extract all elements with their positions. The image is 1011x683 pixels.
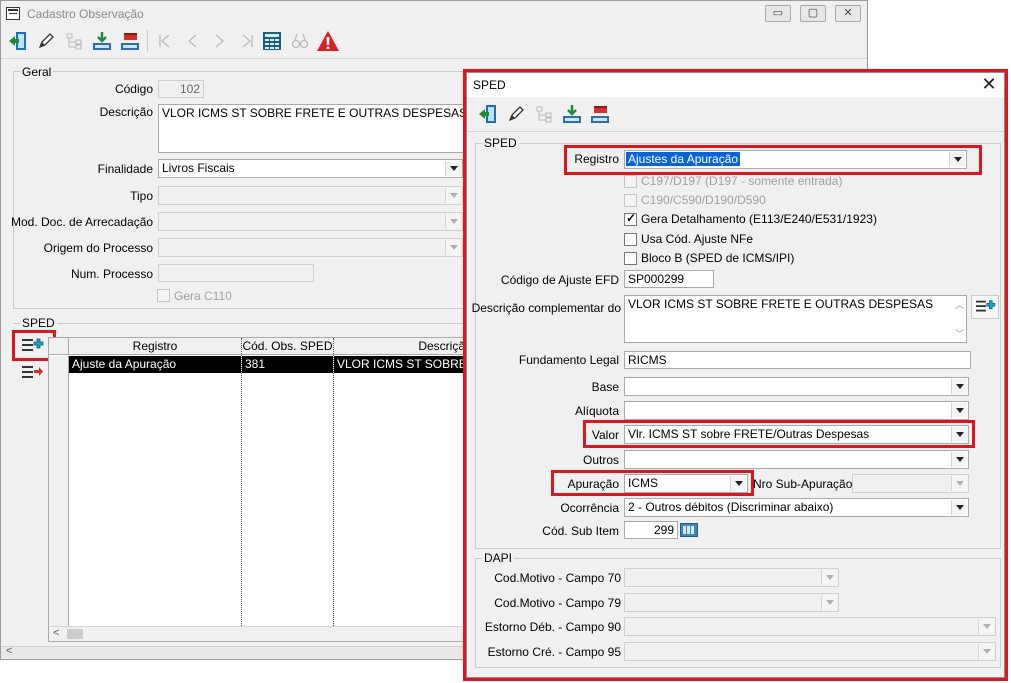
- row-header-column: [49, 356, 69, 626]
- structure-button[interactable]: [61, 28, 87, 54]
- next-record-icon: [215, 34, 224, 48]
- highlight-sped-dialog: [463, 69, 1008, 681]
- sped-grid[interactable]: Registro Cód. Obs. SPED Descrição C Ajus…: [48, 337, 478, 642]
- window-title: Cadastro Observação: [27, 7, 144, 21]
- tipo-combo[interactable]: [158, 186, 463, 205]
- main-toolbar: [5, 28, 345, 56]
- tipo-label: Tipo: [130, 189, 153, 203]
- close-button[interactable]: ✕: [835, 5, 861, 22]
- save-button[interactable]: [89, 28, 115, 54]
- cell-registro: Ajuste da Apuração: [69, 356, 241, 373]
- cell-cod-obs: 381: [242, 356, 333, 373]
- first-record-button[interactable]: [151, 28, 177, 54]
- minimize-button[interactable]: ▭: [765, 5, 791, 22]
- grid-header: Registro Cód. Obs. SPED Descrição C: [49, 338, 477, 355]
- col-registro[interactable]: Registro: [69, 338, 241, 355]
- descricao-label: Descrição: [99, 105, 153, 119]
- edit-button[interactable]: [33, 28, 59, 54]
- app-form-icon: [6, 7, 20, 20]
- descricao-field[interactable]: VLOR ICMS ST SOBRE FRETE E OUTRAS DESPES…: [158, 104, 478, 153]
- alert-button[interactable]: [315, 28, 341, 54]
- exit-button[interactable]: [5, 28, 31, 54]
- search-button[interactable]: [287, 28, 313, 54]
- chevron-down-icon[interactable]: [445, 188, 461, 203]
- gera-c110-checkbox[interactable]: [157, 289, 170, 302]
- col-descricao[interactable]: Descrição C: [334, 338, 477, 355]
- horizontal-scrollbar[interactable]: <: [49, 626, 477, 641]
- cancel-tray-icon: [121, 33, 139, 50]
- num-processo-field[interactable]: [158, 264, 314, 282]
- codigo-field[interactable]: 102: [158, 80, 204, 98]
- remove-record-icon: [22, 366, 43, 378]
- mod-doc-combo[interactable]: [158, 212, 463, 231]
- last-record-button[interactable]: [235, 28, 261, 54]
- save-tray-icon: [93, 32, 111, 50]
- last-record-icon: [242, 34, 253, 48]
- chevron-down-icon[interactable]: [445, 161, 461, 176]
- geral-group-label: Geral: [20, 65, 54, 79]
- tree-structure-icon: [66, 33, 82, 50]
- col-cod-obs[interactable]: Cód. Obs. SPED: [242, 338, 333, 355]
- previous-record-icon: [188, 34, 197, 48]
- exit-door-icon: [9, 32, 26, 50]
- binoculars-search-icon: [291, 33, 309, 49]
- first-record-icon: [159, 34, 170, 48]
- previous-record-button[interactable]: [179, 28, 205, 54]
- chevron-down-icon[interactable]: [445, 214, 461, 229]
- scroll-left-icon[interactable]: <: [6, 645, 12, 657]
- finalidade-combo[interactable]: Livros Fiscais: [158, 159, 463, 178]
- grid-corner: [49, 338, 69, 355]
- pencil-edit-icon: [38, 33, 54, 49]
- sped-group-line: [13, 323, 469, 324]
- scroll-left-icon[interactable]: <: [53, 627, 59, 639]
- origem-processo-combo[interactable]: [158, 238, 463, 257]
- num-processo-label: Num. Processo: [70, 267, 153, 281]
- grid-col-divider: [333, 338, 334, 626]
- window-title-bar: Cadastro Observação ▭ ▢ ✕: [1, 1, 867, 27]
- scroll-thumb[interactable]: [67, 629, 83, 639]
- chevron-down-icon[interactable]: [445, 240, 461, 255]
- sped-group-label: SPED: [20, 316, 57, 330]
- codigo-label: Código: [114, 82, 153, 96]
- table-row[interactable]: Ajuste da Apuração 381 VLOR ICMS ST SOBR…: [49, 356, 477, 373]
- toolbar-divider: [1, 58, 867, 59]
- warning-triangle-icon: [317, 31, 339, 51]
- maximize-button[interactable]: ▢: [800, 5, 826, 22]
- finalidade-value: Livros Fiscais: [162, 161, 235, 175]
- toolbar-separator: [147, 30, 148, 52]
- next-record-button[interactable]: [207, 28, 233, 54]
- gera-c110-label: Gera C110: [174, 289, 232, 303]
- cell-descricao: VLOR ICMS ST SOBRE FR: [334, 356, 477, 373]
- mod-doc-label: Mod. Doc. de Arrecadação: [11, 215, 154, 229]
- finalidade-label: Finalidade: [97, 162, 153, 176]
- origem-processo-label: Origem do Processo: [43, 241, 153, 255]
- grid-view-button[interactable]: [259, 28, 285, 54]
- grid-col-divider: [241, 338, 242, 626]
- cancel-button[interactable]: [117, 28, 143, 54]
- remove-sped-button[interactable]: [17, 360, 47, 386]
- calculator-grid-icon: [263, 32, 281, 50]
